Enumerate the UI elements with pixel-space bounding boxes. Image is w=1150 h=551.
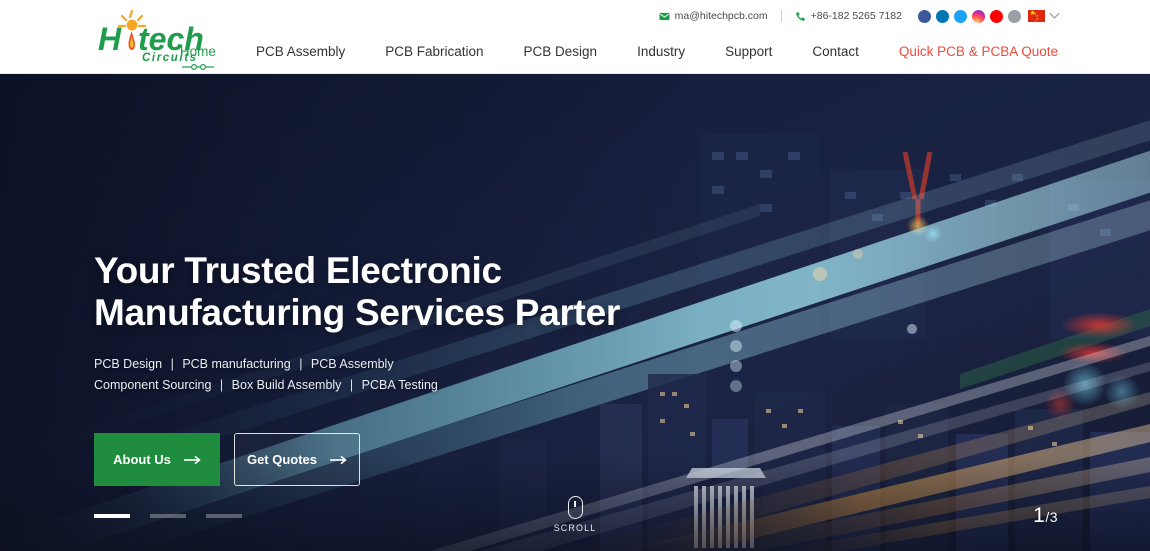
instagram-icon[interactable] [972,9,985,23]
phone-text: +86-182 5265 7182 [810,10,902,22]
slide-current: 1 [1033,504,1046,527]
main-navigation: Home PCB Assembly PCB Fabrication PCB De… [160,31,1058,73]
nav-item-pcb-fabrication[interactable]: PCB Fabrication [365,31,503,73]
email-text: ma@hitechpcb.com [674,10,768,22]
social-links [918,9,1021,23]
active-nav-marker-icon [181,63,214,71]
hero-subtitle: PCB Design | PCB manufacturing | PCB Ass… [94,354,620,395]
twitter-icon[interactable] [954,9,967,23]
flag-star: ★ [1034,19,1037,24]
separator: | [170,356,174,371]
facebook-icon[interactable] [918,9,931,23]
nav-item-home[interactable]: Home [160,31,236,73]
page-root: H tech Circuits ma@hitechpcb.com +86-182… [0,0,1150,551]
envelope-icon [659,12,670,20]
about-us-button[interactable]: About Us [94,433,220,487]
separator: | [349,377,354,392]
slide-counter: 1/3 [1033,504,1058,528]
top-contact-bar: ma@hitechpcb.com +86-182 5265 7182 ★ ★ ★… [659,7,1060,25]
site-header: H tech Circuits ma@hitechpcb.com +86-182… [0,0,1150,74]
nav-item-support[interactable]: Support [705,31,792,73]
separator: | [299,356,303,371]
quick-quote-link[interactable]: Quick PCB & PCBA Quote [879,31,1058,73]
arrow-right-icon [330,455,347,464]
hero-buttons: About Us Get Quotes [94,433,620,487]
nav-label: Home [179,44,216,59]
service-pcb-manufacturing: PCB manufacturing [182,356,291,371]
linkedin-icon[interactable] [936,9,949,23]
about-us-label: About Us [113,452,171,468]
service-box-build-assembly: Box Build Assembly [231,377,342,392]
youtube-icon[interactable] [990,9,1003,23]
nav-item-industry[interactable]: Industry [617,31,705,73]
hero-title: Your Trusted Electronic Manufacturing Se… [94,250,620,334]
phone-icon [795,11,805,21]
hero-title-line2: Manufacturing Services Parter [94,292,620,334]
sun-icon [126,19,138,31]
arrow-right-icon [183,455,201,464]
service-pcb-assembly: PCB Assembly [310,356,394,371]
hero-title-line1: Your Trusted Electronic [94,250,502,291]
china-flag-icon[interactable]: ★ ★ ★ ★ ★ [1028,10,1045,24]
separator: | [219,377,224,392]
nav-item-contact[interactable]: Contact [792,31,879,73]
skype-icon[interactable] [1008,9,1021,23]
hero-content: Your Trusted Electronic Manufacturing Se… [94,250,620,487]
topbar-divider [780,10,782,22]
get-quotes-label: Get Quotes [246,452,318,468]
hero-banner: Your Trusted Electronic Manufacturing Se… [0,74,1150,551]
mouse-icon [567,496,583,519]
hero-subtitle-line2: Component Sourcing | Box Build Assembly … [94,375,620,396]
hero-subtitle-line1: PCB Design | PCB manufacturing | PCB Ass… [94,354,620,375]
service-pcb-design: PCB Design [94,356,163,371]
get-quotes-button[interactable]: Get Quotes [234,433,360,487]
scroll-label: SCROLL [553,523,597,533]
chevron-down-icon[interactable] [1049,8,1060,19]
nav-item-pcb-design[interactable]: PCB Design [504,31,618,73]
email-link[interactable]: ma@hitechpcb.com [659,10,768,22]
service-component-sourcing: Component Sourcing [94,377,212,392]
service-pcba-testing: PCBA Testing [361,377,438,392]
nav-item-pcb-assembly[interactable]: PCB Assembly [236,31,365,73]
slide-total: /3 [1045,509,1058,525]
phone-link[interactable]: +86-182 5265 7182 [795,10,902,22]
scroll-indicator[interactable]: SCROLL [0,496,1150,533]
svg-text:H: H [98,21,122,57]
